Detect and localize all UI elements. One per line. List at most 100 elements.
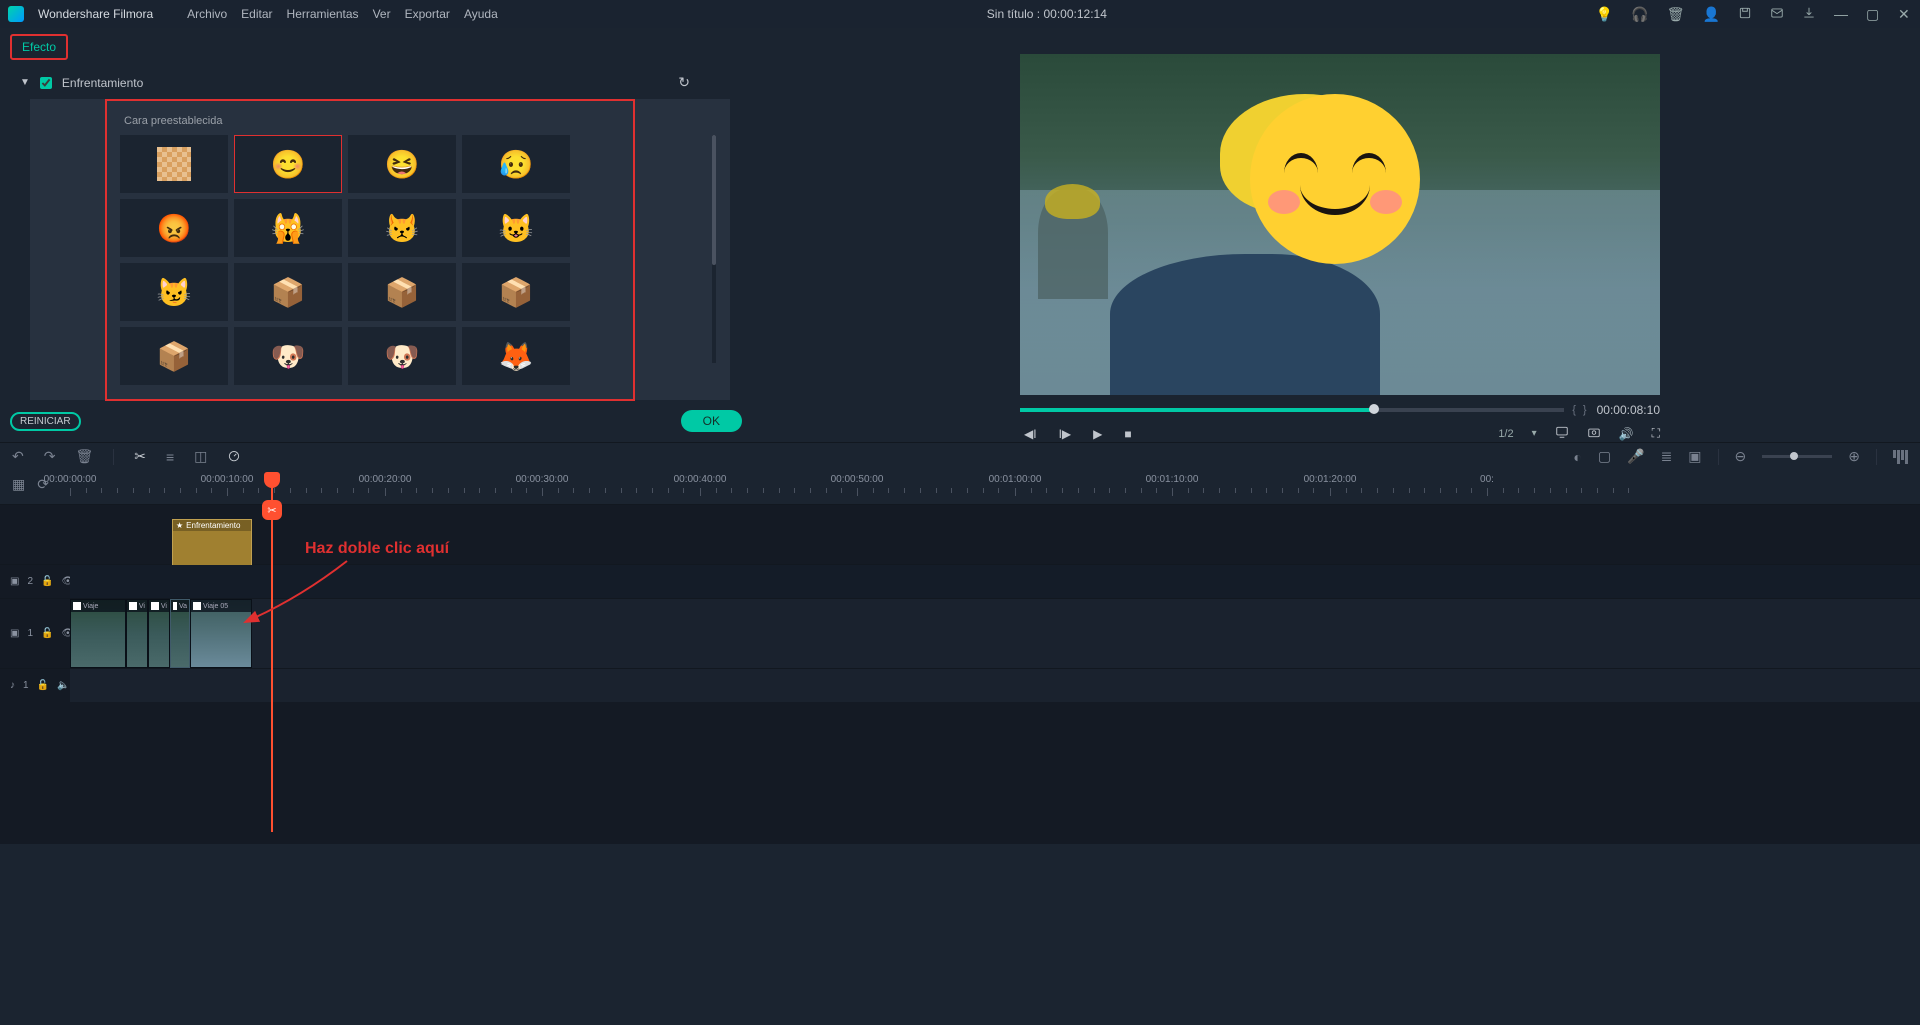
preset-box-angry[interactable]: 📦 [234,263,342,321]
close-button[interactable]: ✕ [1898,6,1912,23]
support-icon[interactable]: 🎧 [1631,6,1648,23]
effect-section-header[interactable]: ▼ Enfrentamiento ↻ [0,66,760,99]
play-button[interactable]: ▶ [1093,427,1102,441]
preset-smile[interactable]: 😊 [234,135,342,193]
effect-section-title: Enfrentamiento [62,76,143,90]
undo-button[interactable]: ↶ [12,448,24,465]
track-label: 2 [27,576,33,587]
preset-dog-fox[interactable]: 🦊 [462,327,570,385]
preset-cat-cute[interactable]: 😺 [462,199,570,257]
audio-track-body[interactable] [70,669,1920,702]
fullscreen-icon[interactable]: ⛶ [1652,426,1660,441]
preset-box-love[interactable]: 📦 [120,327,228,385]
video-clip-2[interactable]: Vi [126,599,148,668]
lock-icon[interactable]: 🔓 [41,576,53,587]
stop-button[interactable]: ■ [1124,427,1131,441]
timeline-toolbar: ↶ ↷ 🗑 ✂ ≡ ◫ ◐ ▢ 🎤 ≣ ▣ ⊖ ⊕ [0,442,1920,470]
effect-track-head: ▣ 2 🔓 👁 [0,576,70,587]
next-frame-button[interactable]: I▶ [1059,427,1072,441]
maximize-button[interactable]: ▢ [1866,6,1880,23]
preset-sweat[interactable]: 😥 [462,135,570,193]
menu-herramientas[interactable]: Herramientas [287,7,359,21]
tab-effect[interactable]: Efecto [10,34,68,60]
mixer-icon[interactable]: ≣ [1661,448,1673,465]
mail-icon[interactable] [1770,6,1784,23]
snapshot-icon[interactable] [1587,425,1601,442]
zoom-out-icon[interactable]: ⊖ [1735,448,1747,465]
progress-slider[interactable] [1020,408,1564,412]
delete-icon[interactable]: 🗑 [1667,6,1685,23]
video-track-head: ▣ 1 🔓 👁 [0,628,70,639]
reset-button[interactable]: REINICIAR [10,412,81,431]
preset-grid: 😊 😆 😥 😡 🙀 😾 😺 😼 📦 📦 📦 📦 🐶 🐶 🦊 [120,135,620,385]
preset-box-worried[interactable]: 📦 [348,263,456,321]
zoom-slider[interactable] [1762,455,1832,458]
shield-icon[interactable]: ▢ [1598,448,1611,465]
app-name: Wondershare Filmora [38,7,153,21]
save-icon[interactable] [1738,6,1752,23]
tips-icon[interactable]: 💡 [1596,6,1613,23]
mic-icon[interactable]: 🎤 [1627,448,1644,465]
preview-panel: { } 00:00:08:10 ◀I I▶ ▶ ■ 1/2 ▾ 🔊 ⛶ [760,28,1920,442]
mute-icon[interactable]: 🔈 [57,680,69,691]
menu-exportar[interactable]: Exportar [405,7,450,21]
preset-dog-husky[interactable]: 🐶 [234,327,342,385]
crop-icon[interactable]: ◫ [194,448,207,465]
volume-icon[interactable]: 🔊 [1619,427,1634,441]
menu-archivo[interactable]: Archivo [187,7,227,21]
display-icon[interactable] [1555,425,1569,442]
marker-icon[interactable]: ▣ [1688,448,1701,465]
audio-track-head: ♪ 1 🔓 🔈 [0,680,70,691]
menu-ver[interactable]: Ver [373,7,391,21]
adjust-icon[interactable]: ≡ [166,449,174,465]
audio-track-row: ♪ 1 🔓 🔈 [0,668,1920,702]
delete-button[interactable]: 🗑 [75,448,93,465]
effect-enabled-checkbox[interactable] [40,77,52,89]
ok-button[interactable]: OK [681,410,742,432]
pager-dropdown-icon[interactable]: ▾ [1532,428,1537,439]
cut-button[interactable]: ✂ [134,448,146,465]
color-icon[interactable]: ◐ [1573,449,1581,465]
redo-button[interactable]: ↷ [44,448,56,465]
effect-clip[interactable]: ★Enfrentamiento [172,519,252,567]
track-manager-icon[interactable]: ▦ [12,476,25,493]
reset-section-icon[interactable]: ↻ [678,74,690,91]
marker-braces[interactable]: { } [1572,404,1588,416]
preset-cat-wink[interactable]: 😼 [120,263,228,321]
account-icon[interactable]: 👤 [1703,6,1720,23]
timeline-ruler-row: ▦ ⟳ ✂ 00:00:00:0000:00:10:0000:00:20:000… [0,470,1920,504]
preset-dog-brown[interactable]: 🐶 [348,327,456,385]
menu-editar[interactable]: Editar [241,7,272,21]
preset-laugh[interactable]: 😆 [348,135,456,193]
waveform-icon[interactable] [1893,450,1908,464]
video-clip-3[interactable]: Vi [148,599,170,668]
project-title: Sin título : 00:00:12:14 [512,7,1582,21]
preset-mosaic[interactable] [120,135,228,193]
lock-icon[interactable]: 🔓 [37,680,49,691]
download-icon[interactable] [1802,6,1816,23]
preview-timecode: 00:00:08:10 [1597,403,1660,417]
timeline-tracks: Haz doble clic aquí ★Enfrentamiento ▣ 2 … [0,504,1920,844]
speed-icon[interactable] [227,448,241,465]
pager: 1/2 [1498,428,1513,440]
face-overlay-icon [1250,94,1420,264]
lock-icon[interactable]: 🔓 [41,628,53,639]
preview-video[interactable] [1020,54,1660,395]
timeline-ruler[interactable]: ✂ 00:00:00:0000:00:10:0000:00:20:0000:00… [70,474,1920,504]
minimize-button[interactable]: — [1834,6,1848,22]
preset-box-sad[interactable]: 📦 [462,263,570,321]
video-clip-1[interactable]: Viaje [70,599,126,668]
preset-angry[interactable]: 😡 [120,199,228,257]
preset-area: Cara preestablecida 😊 😆 😥 😡 🙀 😾 😺 😼 📦 📦 … [30,99,730,400]
menu-ayuda[interactable]: Ayuda [464,7,498,21]
track-label: 1 [27,628,33,639]
video-clip-4[interactable]: Va [170,599,190,668]
zoom-in-icon[interactable]: ⊕ [1848,448,1860,465]
preset-cat-neutral[interactable]: 😾 [348,199,456,257]
preset-scrollbar[interactable] [712,135,716,363]
preset-cat-scream[interactable]: 🙀 [234,199,342,257]
playhead-split-icon[interactable]: ✂ [262,500,282,520]
collapse-icon[interactable]: ▼ [20,77,30,88]
prev-frame-button[interactable]: ◀I [1024,427,1037,441]
track-icon: ♪ [10,680,15,691]
